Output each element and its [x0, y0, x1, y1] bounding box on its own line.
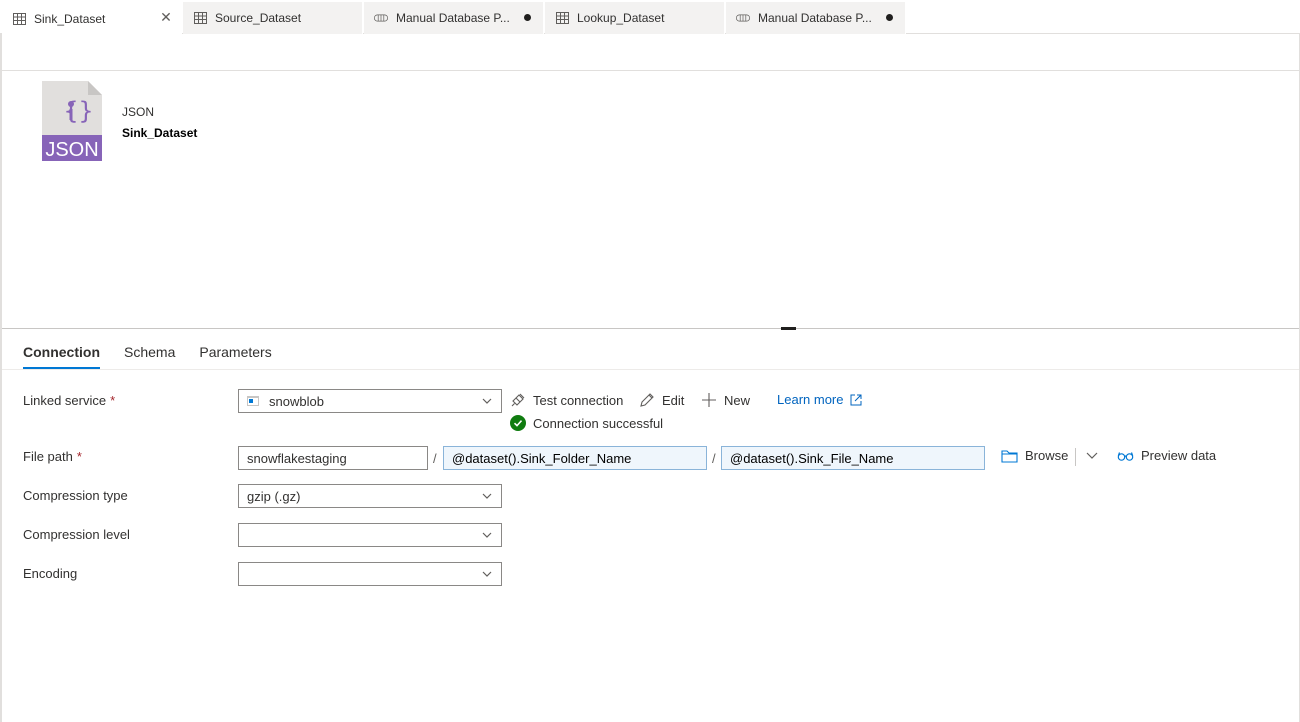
- toolbar-divider: [2, 70, 1299, 71]
- json-icon-text: JSON: [45, 139, 98, 161]
- chevron-down-icon: [482, 571, 492, 577]
- edit-label: Edit: [662, 392, 685, 408]
- tab-label: Sink_Dataset: [34, 11, 106, 26]
- glasses-icon: [1117, 451, 1134, 461]
- tab-connection[interactable]: Connection: [23, 338, 100, 369]
- toolbar-separator: [1075, 448, 1076, 466]
- browse-label: Browse: [1025, 448, 1069, 463]
- compression-type-value: gzip (.gz): [247, 488, 301, 504]
- tab-parameters[interactable]: Parameters: [199, 338, 271, 369]
- chevron-down-icon: [1086, 452, 1098, 459]
- chevron-down-icon: [482, 532, 492, 538]
- new-button[interactable]: New: [701, 392, 750, 408]
- svg-text:}: }: [79, 97, 93, 125]
- test-connection-label: Test connection: [533, 392, 624, 408]
- dataset-type: JSON: [122, 105, 155, 119]
- chevron-down-icon: [482, 493, 492, 499]
- plug-icon: [511, 393, 525, 407]
- chevron-down-icon: [482, 398, 492, 404]
- file-path-file-input[interactable]: @dataset().Sink_File_Name: [721, 446, 985, 470]
- panel-splitter[interactable]: [2, 328, 1299, 329]
- json-file-icon: { } JSON: [42, 81, 102, 161]
- pivot-divider: [2, 369, 1299, 370]
- splitter-handle-icon[interactable]: [781, 327, 796, 330]
- file-path-label: File path *: [23, 449, 82, 464]
- compression-type-select[interactable]: gzip (.gz): [238, 484, 502, 508]
- close-icon[interactable]: ✕: [159, 10, 173, 24]
- checkmark-circle-icon: [510, 415, 526, 431]
- tab-schema[interactable]: Schema: [124, 338, 175, 369]
- preview-data-label: Preview data: [1141, 448, 1217, 463]
- table-icon: [193, 11, 207, 25]
- table-icon: [12, 12, 26, 26]
- linked-service-label: Linked service *: [23, 393, 115, 408]
- browse-button[interactable]: Browse: [1001, 448, 1068, 463]
- new-label: New: [724, 392, 751, 408]
- path-separator: /: [712, 451, 716, 466]
- connection-status-text: Connection successful: [533, 415, 664, 431]
- file-path-directory-input[interactable]: @dataset().Sink_Folder_Name: [443, 446, 707, 470]
- file-path-container-input[interactable]: snowflakestaging: [238, 446, 428, 470]
- folder-icon: [1001, 449, 1018, 463]
- edit-button[interactable]: Edit: [639, 392, 684, 408]
- storage-icon: [247, 396, 259, 406]
- properties-pivot: Connection Schema Parameters: [23, 338, 272, 369]
- tab-sink-dataset[interactable]: Sink_Dataset ✕: [2, 2, 182, 35]
- compression-level-select[interactable]: [238, 523, 502, 547]
- linked-service-value: snowblob: [269, 393, 324, 409]
- pipeline-icon: [736, 11, 750, 25]
- test-connection-button[interactable]: Test connection: [510, 392, 623, 408]
- tab-label: Source_Dataset: [215, 11, 302, 25]
- table-icon: [555, 11, 569, 25]
- learn-more-link[interactable]: Learn more: [777, 392, 862, 407]
- plus-icon: [702, 393, 716, 407]
- tab-lookup-dataset[interactable]: Lookup_Dataset: [545, 2, 725, 34]
- tab-source-dataset[interactable]: Source_Dataset: [183, 2, 363, 34]
- browse-dropdown-button[interactable]: [1085, 450, 1099, 462]
- editor-tab-bar: Sink_Dataset ✕ Source_Dataset Manual Dat…: [0, 0, 1300, 35]
- tab-label: Lookup_Dataset: [577, 11, 665, 25]
- unsaved-dot-icon: [524, 14, 531, 21]
- file-path-label-text: File path: [23, 449, 73, 464]
- tab-manual-database-pipeline-2[interactable]: Manual Database P...: [726, 2, 906, 34]
- open-external-icon: [850, 394, 862, 405]
- preview-data-button[interactable]: Preview data: [1117, 448, 1216, 463]
- pipeline-icon: [374, 11, 388, 25]
- encoding-select[interactable]: [238, 562, 502, 586]
- tab-manual-database-pipeline-1[interactable]: Manual Database P...: [364, 2, 544, 34]
- required-asterisk: *: [76, 449, 82, 464]
- dataset-name: Sink_Dataset: [122, 126, 198, 140]
- tab-label: Manual Database P...: [396, 11, 510, 25]
- tab-label: Manual Database P...: [758, 11, 872, 25]
- pencil-icon: [640, 393, 654, 407]
- linked-service-select[interactable]: snowblob: [238, 389, 502, 413]
- connection-status: Connection successful: [510, 415, 663, 431]
- required-asterisk: *: [110, 393, 116, 408]
- learn-more-label: Learn more: [777, 392, 844, 407]
- linked-service-label-text: Linked service: [23, 393, 107, 408]
- encoding-label: Encoding: [23, 566, 78, 581]
- unsaved-dot-icon: [886, 14, 893, 21]
- compression-type-label: Compression type: [23, 488, 128, 503]
- path-separator: /: [433, 451, 437, 466]
- compression-level-label: Compression level: [23, 527, 130, 542]
